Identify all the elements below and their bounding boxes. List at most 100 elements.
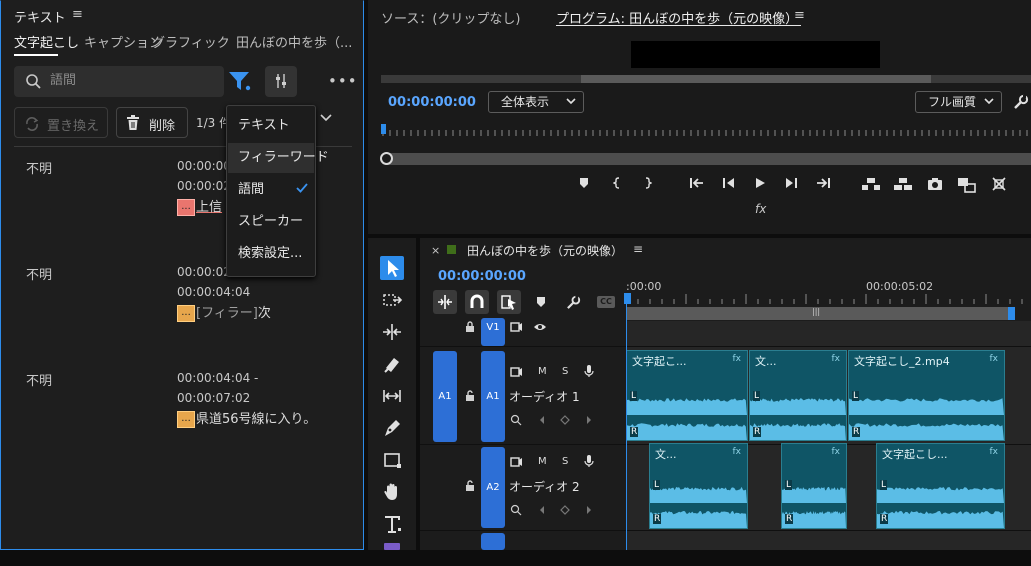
track-target-a1[interactable]: A1 [481,351,505,442]
monitor-zoom-handle[interactable] [380,152,393,165]
search-input[interactable] [50,73,220,88]
marker-icon[interactable] [579,177,589,189]
button-editor-icon[interactable] [992,177,1006,191]
track-name-a1[interactable]: オーディオ 1 [509,388,580,405]
extract-icon[interactable] [893,177,913,191]
eye-icon[interactable] [533,322,547,332]
search-field[interactable] [14,66,224,97]
work-area-bar[interactable]: ||| [626,307,1011,320]
type-tool-icon[interactable] [380,512,404,536]
mark-in-icon[interactable] [613,177,621,189]
solo-button[interactable]: S [562,366,568,377]
audio-clip[interactable]: 文字起こし... fx L R [876,443,1005,529]
linked-selection-button[interactable] [497,290,521,314]
panel-menu-icon[interactable]: ≡ [72,7,83,22]
mute-button[interactable]: M [538,366,547,377]
audio-clip[interactable]: fx L R [781,443,847,529]
volume-keyframe-icon[interactable] [510,504,522,516]
lock-icon[interactable] [465,480,475,492]
more-options-icon[interactable]: ••• [328,72,358,90]
go-to-in-icon[interactable] [689,177,705,189]
play-icon[interactable] [754,177,766,189]
tab-source-monitor[interactable]: ソース：(クリップなし) [381,8,521,27]
wrench-icon[interactable] [1013,94,1029,110]
rectangle-tool-icon[interactable] [380,448,404,472]
pen-tool-icon[interactable] [380,416,404,440]
next-keyframe-icon[interactable] [586,415,592,425]
volume-keyframe-icon[interactable] [510,414,522,426]
monitor-time-ruler[interactable] [381,123,1031,137]
track-target-a2[interactable]: A2 [481,447,505,528]
menu-item-text[interactable]: テキスト [228,111,314,141]
solo-button[interactable]: S [562,456,568,467]
tab-sequence[interactable]: 田んぼの中を歩（... [236,32,352,51]
tab-graphics[interactable]: グラフィック [152,32,230,51]
zoom-level-select[interactable]: 全体表示 [488,91,584,113]
segment-words[interactable]: 上信 [196,200,222,215]
source-patch-a1[interactable]: A1 [433,351,457,442]
adjust-button[interactable] [265,66,297,97]
monitor-scroll-thumb[interactable] [581,75,931,83]
snap-button[interactable] [465,290,489,314]
add-keyframe-icon[interactable] [560,415,570,425]
captions-icon[interactable]: CC [597,296,615,308]
close-icon[interactable]: × [431,244,440,257]
tab-transcript[interactable]: 文字起こし [14,32,79,51]
lock-icon[interactable] [465,321,475,333]
segment-text[interactable]: ... [フィラー]次 [177,302,271,322]
segment-words[interactable]: 県道56号線に入り。 [196,412,316,427]
monitor-menu-icon[interactable]: ≡ [794,8,805,23]
audio-clip[interactable]: 文字起こ... fx L R [626,350,748,441]
step-forward-icon[interactable] [784,177,798,189]
speaker-label[interactable]: 不明 [26,370,52,389]
delete-button[interactable]: 削除 [116,107,188,138]
timeline-ruler[interactable] [626,292,1031,304]
track-target-a3[interactable] [481,533,505,550]
sequence-tab-title[interactable]: 田んぼの中を歩（元の映像） [467,242,623,259]
program-timecode[interactable]: 00:00:00:00 [388,95,476,110]
segment-text[interactable]: ... 県道56号線に入り。 [177,408,316,428]
track-target-v1[interactable]: V1 [481,318,505,346]
pause-marker[interactable]: ... [177,199,195,216]
speaker-label[interactable]: 不明 [26,264,52,283]
pause-marker[interactable]: ... [177,305,195,322]
monitor-zoom-bar[interactable] [385,153,1031,165]
work-area-end-handle[interactable] [1008,307,1015,320]
segment-text[interactable]: ... 上信 [177,196,222,216]
track-select-tool-icon[interactable] [380,288,404,312]
mark-out-icon[interactable] [644,177,652,189]
audio-clip[interactable]: 文字起こし_2.mp4 fx L R [848,350,1005,441]
tab-captions[interactable]: キャプション [84,32,162,51]
sync-lock-icon[interactable] [510,367,523,377]
monitor-playhead[interactable] [381,124,386,134]
audio-clip[interactable]: 文... fx L R [649,443,748,529]
next-keyframe-icon[interactable] [586,505,592,515]
filler-tag[interactable]: [フィラー] [196,306,258,321]
segment-words[interactable]: 次 [258,306,271,321]
caption-tool-icon[interactable] [380,542,404,566]
sync-lock-icon[interactable] [510,322,523,332]
add-keyframe-icon[interactable] [560,505,570,515]
menu-item-filler-words[interactable]: フィラーワード [228,143,329,173]
add-marker-icon[interactable] [536,296,546,308]
microphone-icon[interactable] [584,364,594,378]
pause-marker[interactable]: ... [177,411,195,428]
playback-quality-select[interactable]: フル画質 [915,91,1002,113]
ripple-edit-tool-icon[interactable] [380,320,404,344]
selection-tool-icon[interactable] [380,256,404,280]
timeline-playhead-line[interactable] [626,303,627,550]
lock-icon[interactable] [465,390,475,402]
menu-item-search-settings[interactable]: 検索設定... [228,239,314,269]
razor-tool-icon[interactable] [380,352,404,376]
export-frame-icon[interactable] [927,177,943,191]
previous-keyframe-icon[interactable] [539,505,545,515]
previous-keyframe-icon[interactable] [539,415,545,425]
audio-clip[interactable]: 文... fx L R [749,350,847,441]
insert-nest-button[interactable] [433,290,457,314]
speaker-label[interactable]: 不明 [26,158,52,177]
slip-tool-icon[interactable] [380,384,404,408]
filter-funnel-icon[interactable] [228,70,252,92]
wrench-icon[interactable] [566,295,581,310]
go-to-out-icon[interactable] [815,177,831,189]
sync-lock-icon[interactable] [510,457,523,467]
